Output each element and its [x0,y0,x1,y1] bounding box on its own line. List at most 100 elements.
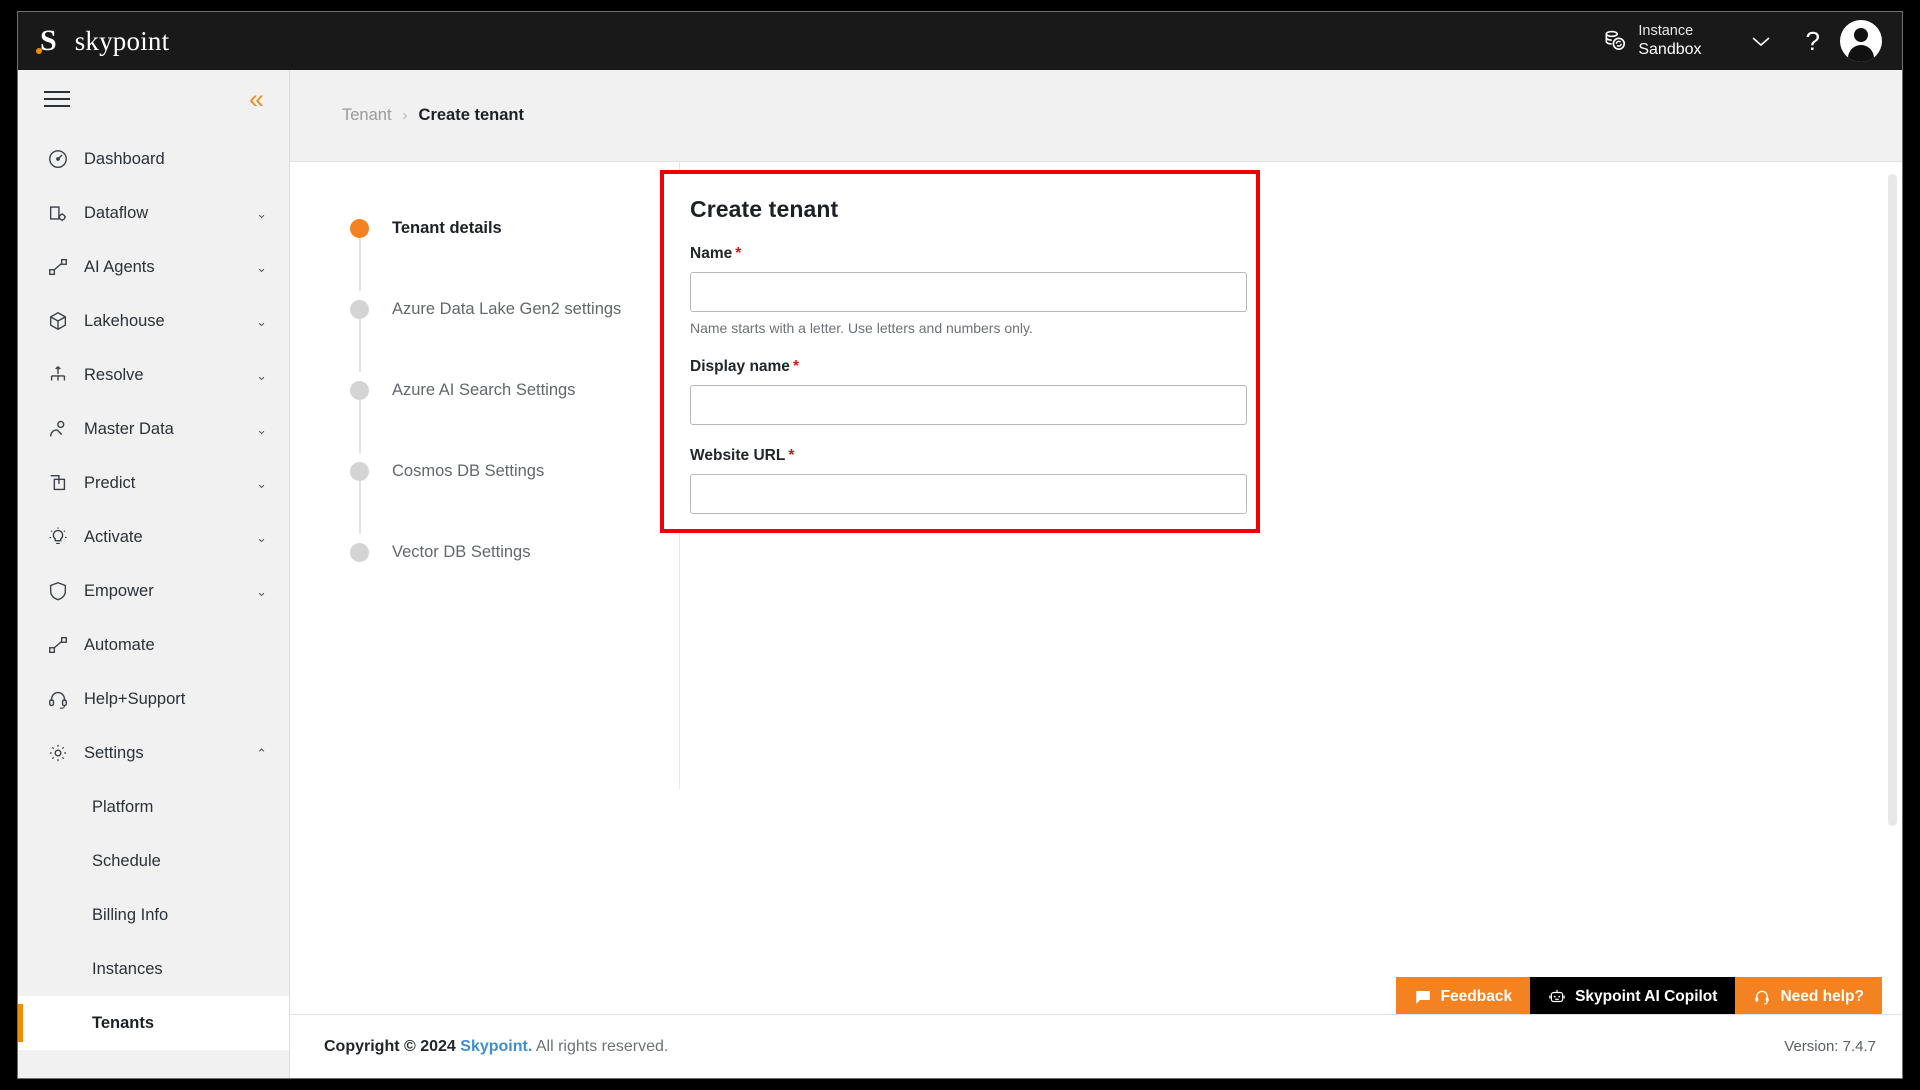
sidebar-item-label: Activate [84,527,143,546]
collapse-sidebar-icon[interactable]: « [249,85,264,113]
step-connector [359,238,361,291]
website-url-input[interactable] [690,474,1247,514]
step-tenant-details[interactable]: Tenant details [350,210,660,291]
headset-icon [1753,988,1771,1006]
sidebar-item-schedule[interactable]: Schedule [18,834,289,888]
brand-name: skypoint [74,25,170,56]
sidebar-item-label: AI Agents [84,257,155,276]
copyright: Copyright © 2024 Skypoint. All rights re… [324,1038,668,1056]
chevron-down-icon: ⌄ [256,259,267,275]
create-tenant-form-highlight: Create tenant Name * Name starts with a l… [660,170,1260,533]
sidebar-item-help-support[interactable]: Help+Support [18,672,289,726]
step-dot-icon [350,219,369,238]
sidebar-item-dashboard[interactable]: Dashboard [18,132,289,186]
page-title: Create tenant [690,196,839,222]
field-label-text: Website URL [690,447,786,464]
required-asterisk: * [735,245,742,262]
top-bar-right: Instance Sandbox ? [1596,12,1902,70]
name-hint: Name starts with a letter. Use letters a… [690,320,1033,336]
sidebar-item-label: Automate [84,635,155,654]
step-label: Vector DB Settings [392,543,531,561]
brand-logo[interactable]: S skypoint [36,24,170,57]
floating-action-bar: Feedback Skypoint AI Copilot Need help? [1395,977,1882,1016]
hamburger-menu-icon[interactable] [44,86,70,112]
step-vector-db[interactable]: Vector DB Settings [350,534,660,615]
chevron-down-icon: ⌄ [256,529,267,545]
step-connector [359,400,361,453]
predict-icon [46,471,70,495]
step-azure-ai-search[interactable]: Azure AI Search Settings [350,372,660,453]
sidebar-item-lakehouse[interactable]: Lakehouse ⌄ [18,294,289,348]
chevron-down-icon: ⌄ [256,313,267,329]
field-website-url: Website URL * [690,447,1247,514]
step-label: Azure AI Search Settings [392,381,576,399]
sidebar-item-master-data[interactable]: Master Data ⌄ [18,402,289,456]
sidebar-item-label: Master Data [84,419,174,438]
step-azure-data-lake[interactable]: Azure Data Lake Gen2 settings [350,291,660,372]
name-input[interactable] [690,272,1247,312]
chevron-up-icon: ⌃ [256,745,267,761]
sidebar-item-label: Resolve [84,365,144,384]
field-label: Name * [690,245,1230,263]
sidebar-item-resolve[interactable]: Resolve ⌄ [18,348,289,402]
lakehouse-icon [46,309,70,333]
sidebar-item-label: Lakehouse [84,311,165,330]
step-connector [359,481,361,534]
instance-label: Instance [1638,22,1694,39]
sidebar-item-automate[interactable]: Automate [18,618,289,672]
sidebar-subitem-label: Tenants [92,1013,155,1032]
sidebar-item-tenants[interactable]: Tenants [18,996,289,1050]
instance-value: Sandbox [1638,41,1702,59]
sidebar-item-instances[interactable]: Instances [18,942,289,996]
breadcrumb-separator-icon: › [402,107,408,124]
content-scrollbar[interactable] [1888,174,1897,826]
activate-icon [46,525,70,549]
help-question-icon[interactable]: ? [1806,26,1820,57]
sidebar-item-label: Dataflow [84,203,149,222]
required-asterisk: * [792,358,799,375]
sidebar-item-predict[interactable]: Predict ⌄ [18,456,289,510]
footer: Copyright © 2024 Skypoint. All rights re… [290,1014,1902,1078]
logo-letter: S [40,24,57,57]
feedback-button[interactable]: Feedback [1395,977,1531,1016]
avatar[interactable] [1840,20,1882,62]
step-cosmos-db[interactable]: Cosmos DB Settings [350,453,660,534]
main-content: Tenant details Azure Data Lake Gen2 sett… [290,162,1902,1078]
field-display-name: Display name * [690,358,1247,425]
wizard-stepper: Tenant details Azure Data Lake Gen2 sett… [350,210,660,615]
instance-selector[interactable]: Instance Sandbox [1596,22,1707,60]
skypoint-logo-icon: S [36,24,59,57]
sidebar-item-billing-info[interactable]: Billing Info [18,888,289,942]
instance-chevron-down-icon[interactable] [1748,33,1774,49]
shield-icon [46,579,70,603]
robot-icon [1548,988,1566,1006]
sidebar-item-ai-agents[interactable]: AI Agents ⌄ [18,240,289,294]
sidebar-item-label: Help+Support [84,689,186,708]
gear-icon [46,741,70,765]
skypoint-link[interactable]: Skypoint. [460,1038,532,1055]
field-name: Name * Name starts with a letter. Use let… [690,245,1247,336]
field-label: Website URL * [690,447,1230,465]
step-dot-icon [350,543,369,562]
copyright-prefix: Copyright © 2024 [324,1037,461,1055]
ai-agents-icon [46,255,70,279]
master-data-icon [46,417,70,441]
skypoint-ai-copilot-button[interactable]: Skypoint AI Copilot [1530,977,1736,1016]
sidebar-item-empower[interactable]: Empower ⌄ [18,564,289,618]
sidebar-item-dataflow[interactable]: Dataflow ⌄ [18,186,289,240]
sidebar-item-activate[interactable]: Activate ⌄ [18,510,289,564]
display-name-input[interactable] [690,385,1247,425]
field-label-text: Name [690,245,733,262]
sidebar-item-settings[interactable]: Settings ⌃ [18,726,289,780]
sidebar-subitem-label: Instances [92,959,163,978]
chevron-down-icon: ⌄ [256,475,267,491]
sidebar-item-label: Dashboard [84,149,165,168]
step-dot-icon [350,381,369,400]
field-label: Display name * [690,358,1230,376]
required-asterisk: * [788,447,795,464]
sidebar-item-platform[interactable]: Platform [18,780,289,834]
dataflow-icon [46,201,70,225]
need-help-button[interactable]: Need help? [1735,977,1882,1016]
breadcrumb-parent[interactable]: Tenant [342,106,392,125]
app-window: S skypoint Instance Sandbox ? « Dashboar… [18,12,1902,1078]
